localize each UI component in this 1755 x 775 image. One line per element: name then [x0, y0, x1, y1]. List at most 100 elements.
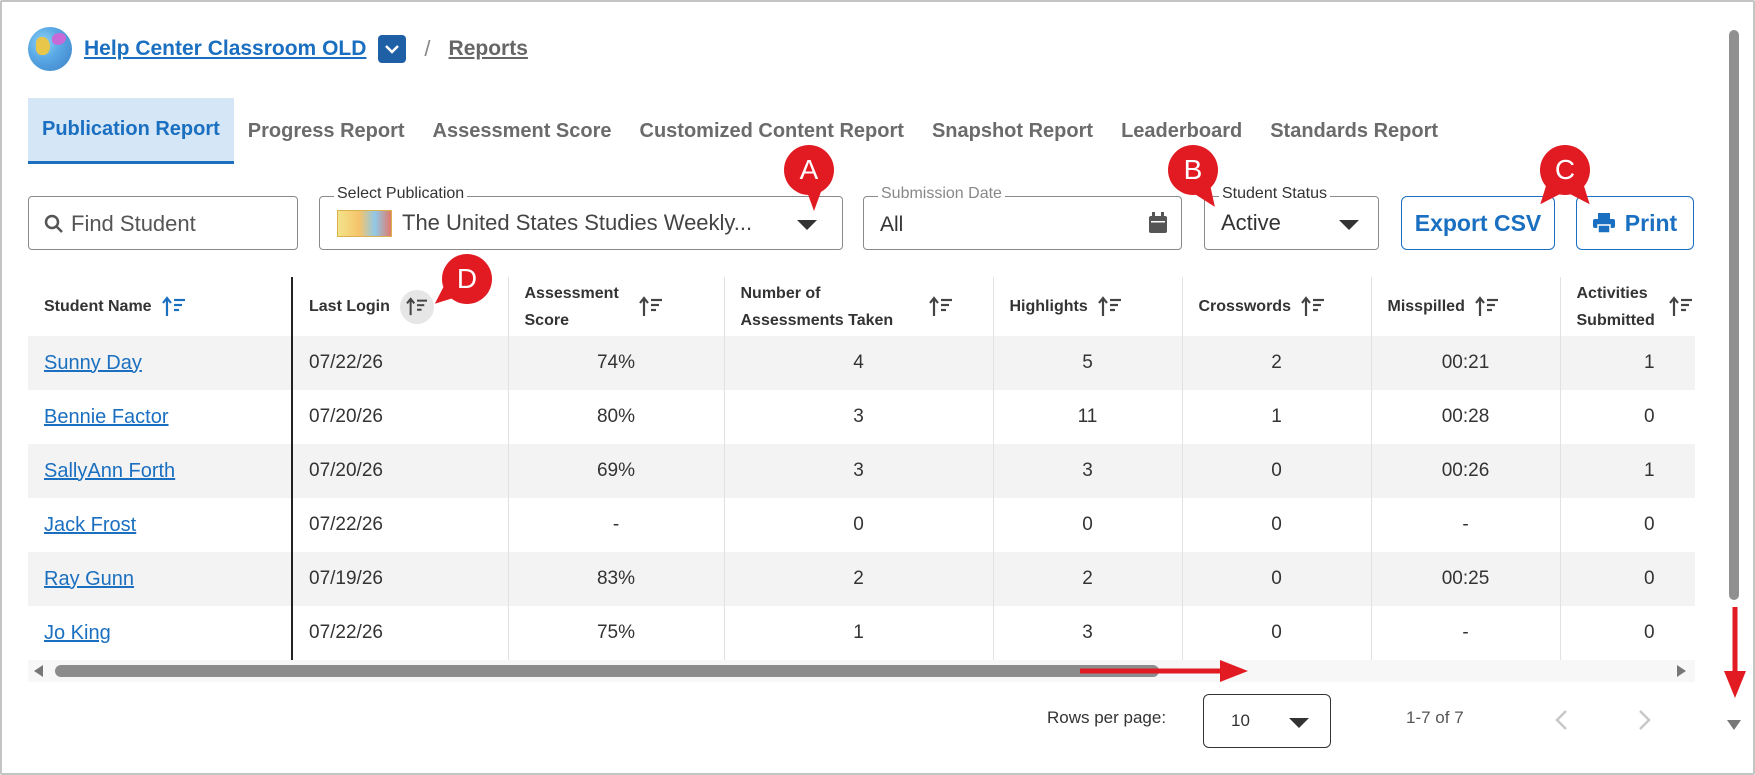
submission-date-picker[interactable]: Submission Date All: [863, 185, 1182, 250]
callout-a-letter: A: [799, 154, 819, 185]
tab-assessment-score[interactable]: Assessment Score: [419, 98, 626, 164]
student-status-caret-icon: [1339, 220, 1359, 230]
export-csv-button[interactable]: Export CSV: [1401, 196, 1555, 250]
last-login-cell: 07/22/26: [292, 336, 509, 390]
assessment-score-cell: -: [508, 498, 725, 552]
classroom-link[interactable]: Help Center Classroom OLD: [84, 37, 366, 61]
publication-report-table: Student Name Last Login Assessment Score…: [28, 277, 1695, 660]
submission-date-label: Submission Date: [878, 185, 1005, 203]
crosswords-cell: 0: [1182, 498, 1372, 552]
assessments-taken-cell: 3: [724, 444, 994, 498]
header-label: Highlights: [1009, 298, 1088, 315]
table-row: Ray Gunn 07/19/26 83% 2 2 0 00:25 0: [28, 552, 1695, 606]
tab-publication-report[interactable]: Publication Report: [28, 98, 234, 164]
student-link[interactable]: Jo King: [44, 622, 111, 644]
tab-snapshot-report[interactable]: Snapshot Report: [918, 98, 1107, 164]
misspilled-cell: 00:25: [1371, 552, 1561, 606]
table-header-row: Student Name Last Login Assessment Score…: [28, 277, 1695, 336]
submission-date-value: All: [880, 213, 904, 236]
callout-d: D: [428, 254, 492, 312]
last-login-cell: 07/22/26: [292, 606, 509, 660]
callout-b-letter: B: [1183, 154, 1203, 185]
misspilled-cell: 00:28: [1371, 390, 1561, 444]
student-link[interactable]: Bennie Factor: [44, 406, 169, 428]
sort-icon[interactable]: [928, 295, 953, 318]
student-link[interactable]: SallyAnn Forth: [44, 460, 175, 482]
sort-icon[interactable]: [1097, 295, 1122, 318]
highlights-cell: 0: [993, 498, 1183, 552]
highlights-cell: 2: [993, 552, 1183, 606]
tab-progress-report[interactable]: Progress Report: [234, 98, 419, 164]
last-login-cell: 07/22/26: [292, 498, 509, 552]
student-link[interactable]: Jack Frost: [44, 514, 136, 536]
student-name-cell: Sunny Day: [28, 336, 293, 390]
reports-link[interactable]: Reports: [449, 37, 528, 61]
classroom-globe-icon: [28, 27, 72, 71]
breadcrumb: Help Center Classroom OLD / Reports: [28, 27, 528, 71]
sort-icon[interactable]: [638, 295, 663, 318]
col-student-name[interactable]: Student Name: [28, 277, 293, 336]
activities-cell: 1: [1560, 444, 1695, 498]
horizontal-scroll-thumb[interactable]: [55, 665, 1159, 677]
assessment-score-cell: 69%: [508, 444, 725, 498]
printer-icon: [1592, 213, 1615, 233]
col-assessments-taken[interactable]: Number of Assessments Taken: [724, 277, 994, 336]
col-activities-submitted[interactable]: Activities Submitted: [1560, 277, 1695, 336]
header-label: Misspilled: [1387, 298, 1465, 315]
assessment-score-cell: 75%: [508, 606, 725, 660]
student-link[interactable]: Sunny Day: [44, 352, 142, 374]
previous-page-icon[interactable]: [1554, 709, 1568, 731]
classroom-dropdown-button[interactable]: [378, 35, 407, 63]
publication-select[interactable]: Select Publication The United States Stu…: [319, 185, 843, 250]
calendar-icon[interactable]: [1148, 212, 1168, 234]
header-label: Activities Submitted: [1576, 284, 1655, 329]
callout-c: C: [1532, 145, 1598, 211]
sort-icon[interactable]: [1301, 295, 1325, 318]
publication-label: Select Publication: [334, 185, 468, 203]
scroll-right-icon[interactable]: [1677, 665, 1687, 677]
assessments-taken-cell: 4: [724, 336, 994, 390]
header-label: Last Login: [309, 298, 390, 315]
highlights-cell: 3: [993, 444, 1183, 498]
crosswords-cell: 0: [1182, 444, 1372, 498]
col-crosswords[interactable]: Crosswords: [1182, 277, 1372, 336]
print-label: Print: [1624, 209, 1678, 236]
student-link[interactable]: Ray Gunn: [44, 568, 134, 590]
misspilled-cell: 00:21: [1371, 336, 1561, 390]
student-status-select[interactable]: Student Status Active: [1204, 185, 1379, 250]
assessments-taken-cell: 0: [724, 498, 994, 552]
scroll-right-annotation-arrow: [1080, 660, 1248, 682]
report-table-container: Student Name Last Login Assessment Score…: [28, 277, 1695, 660]
col-highlights[interactable]: Highlights: [993, 277, 1183, 336]
publication-thumbnail-icon: [337, 210, 392, 237]
callout-b: B: [1168, 145, 1224, 213]
callout-a: A: [784, 145, 834, 211]
assessment-score-cell: 74%: [508, 336, 725, 390]
sort-icon[interactable]: [1668, 295, 1693, 318]
highlights-cell: 11: [993, 390, 1183, 444]
horizontal-scrollbar[interactable]: [28, 660, 1695, 682]
rows-per-page-caret-icon: [1289, 718, 1309, 728]
scroll-down-icon[interactable]: [1727, 720, 1741, 730]
find-student-input[interactable]: Find Student: [28, 196, 298, 250]
tab-standards-report[interactable]: Standards Report: [1256, 98, 1452, 164]
scroll-left-icon[interactable]: [34, 665, 44, 677]
misspilled-cell: -: [1371, 606, 1561, 660]
callout-a-pointer: [806, 189, 822, 211]
report-tabs: Publication Report Progress Report Asses…: [28, 98, 1452, 164]
header-label: Student Name: [44, 298, 152, 315]
student-name-cell: Bennie Factor: [28, 390, 293, 444]
rows-per-page-value: 10: [1231, 711, 1250, 730]
print-button[interactable]: Print: [1576, 196, 1694, 250]
col-misspilled[interactable]: Misspilled: [1371, 277, 1561, 336]
activities-cell: 1: [1560, 336, 1695, 390]
rows-per-page-label: Rows per page:: [1047, 708, 1167, 727]
next-page-icon[interactable]: [1638, 709, 1652, 731]
crosswords-cell: 2: [1182, 336, 1372, 390]
sort-icon[interactable]: [161, 295, 186, 318]
col-assessment-score[interactable]: Assessment Score: [508, 277, 725, 336]
rows-per-page-select[interactable]: 10: [1203, 694, 1331, 748]
sort-icon[interactable]: [1475, 295, 1499, 318]
vertical-scroll-thumb[interactable]: [1729, 30, 1739, 600]
tab-customized-content-report[interactable]: Customized Content Report: [626, 98, 918, 164]
